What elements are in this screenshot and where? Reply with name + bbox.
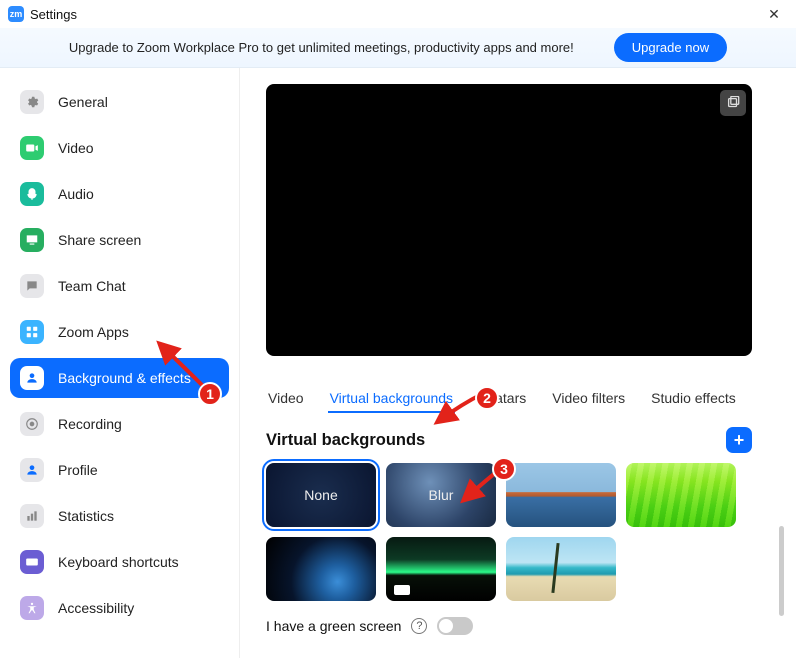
sidebar-item-video[interactable]: Video	[10, 128, 229, 168]
annotation-marker-3: 3	[492, 457, 516, 481]
sidebar-item-profile[interactable]: Profile	[10, 450, 229, 490]
sidebar-item-label: Profile	[58, 462, 98, 478]
sidebar-item-label: Share screen	[58, 232, 141, 248]
greenscreen-label: I have a green screen	[266, 618, 401, 634]
sidebar-item-label: Keyboard shortcuts	[58, 554, 179, 570]
tile-label: Blur	[429, 487, 454, 503]
recording-icon	[20, 412, 44, 436]
sidebar-item-label: Audio	[58, 186, 94, 202]
sidebar-item-accessibility[interactable]: Accessibility	[10, 588, 229, 628]
annotation-marker-2: 2	[475, 386, 499, 410]
general-icon	[20, 90, 44, 114]
video-icon	[20, 136, 44, 160]
profile-icon	[20, 458, 44, 482]
zoom-apps-icon	[20, 320, 44, 344]
background-tile-beach[interactable]	[506, 537, 616, 601]
help-icon[interactable]: ?	[411, 618, 427, 634]
annotation-marker-1: 1	[198, 382, 222, 406]
background-tile-grass[interactable]	[626, 463, 736, 527]
sidebar-item-keyboard-shortcuts[interactable]: Keyboard shortcuts	[10, 542, 229, 582]
settings-main: VideoVirtual backgroundsAvatarsVideo fil…	[240, 68, 796, 658]
statistics-icon	[20, 504, 44, 528]
upgrade-banner: Upgrade to Zoom Workplace Pro to get unl…	[0, 28, 796, 68]
keyboard-shortcuts-icon	[20, 550, 44, 574]
sidebar-item-label: Video	[58, 140, 94, 156]
banner-text: Upgrade to Zoom Workplace Pro to get unl…	[69, 40, 574, 55]
tab-video[interactable]: Video	[266, 384, 306, 413]
video-preview	[266, 84, 752, 356]
sidebar-item-general[interactable]: General	[10, 82, 229, 122]
section-title: Virtual backgrounds	[266, 431, 425, 450]
accessibility-icon	[20, 596, 44, 620]
sidebar-item-share-screen[interactable]: Share screen	[10, 220, 229, 260]
effects-tabs: VideoVirtual backgroundsAvatarsVideo fil…	[266, 384, 776, 413]
audio-icon	[20, 182, 44, 206]
background-effects-icon	[20, 366, 44, 390]
upgrade-button[interactable]: Upgrade now	[614, 33, 727, 62]
add-background-button[interactable]: +	[726, 427, 752, 453]
background-tile-aurora[interactable]	[386, 537, 496, 601]
sidebar-item-label: Zoom Apps	[58, 324, 129, 340]
expand-preview-icon[interactable]	[720, 90, 746, 116]
scrollbar[interactable]	[779, 526, 784, 616]
tab-studio-effects[interactable]: Studio effects	[649, 384, 738, 413]
tile-label: None	[304, 487, 337, 503]
sidebar-item-label: General	[58, 94, 108, 110]
background-tile-none[interactable]: None	[266, 463, 376, 527]
camera-badge-icon	[394, 585, 410, 595]
background-tile-earth[interactable]	[266, 537, 376, 601]
team-chat-icon	[20, 274, 44, 298]
share-screen-icon	[20, 228, 44, 252]
tab-video-filters[interactable]: Video filters	[550, 384, 627, 413]
sidebar-item-audio[interactable]: Audio	[10, 174, 229, 214]
close-icon[interactable]: ✕	[760, 4, 788, 24]
sidebar-item-label: Team Chat	[58, 278, 126, 294]
window-title: Settings	[30, 7, 77, 22]
sidebar-item-team-chat[interactable]: Team Chat	[10, 266, 229, 306]
sidebar-item-recording[interactable]: Recording	[10, 404, 229, 444]
background-tile-bridge[interactable]	[506, 463, 616, 527]
zoom-logo-icon: zm	[8, 6, 24, 22]
sidebar-item-label: Accessibility	[58, 600, 134, 616]
greenscreen-toggle[interactable]	[437, 617, 473, 635]
sidebar-item-label: Recording	[58, 416, 122, 432]
titlebar: zm Settings ✕	[0, 0, 796, 28]
sidebar-item-statistics[interactable]: Statistics	[10, 496, 229, 536]
sidebar-item-label: Statistics	[58, 508, 114, 524]
